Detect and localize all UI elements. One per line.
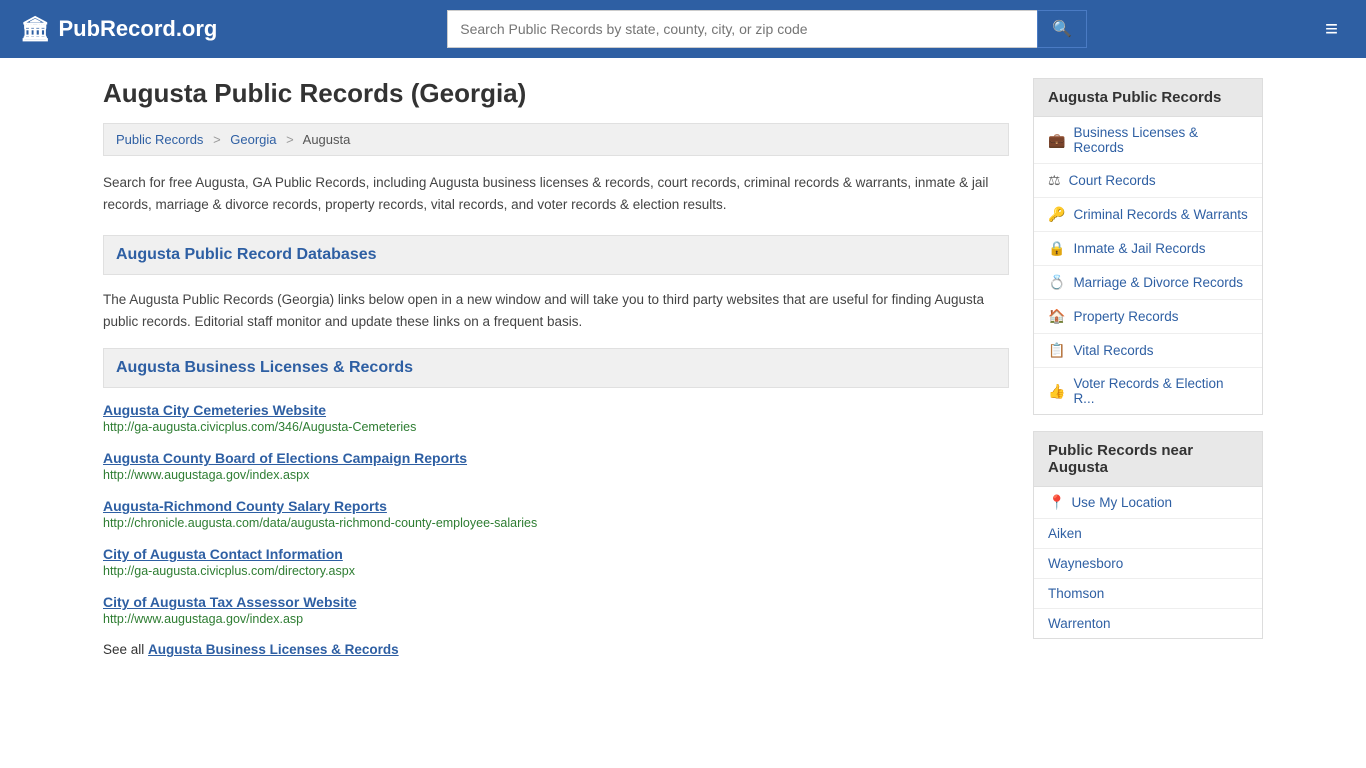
near-link-aiken[interactable]: Aiken <box>1048 526 1082 541</box>
record-link-title-3: City of Augusta Contact Information <box>103 546 1009 562</box>
use-my-location-label: Use My Location <box>1071 495 1172 510</box>
see-all-section: See all Augusta Business Licenses & Reco… <box>103 642 1009 657</box>
sidebar-item-label-court: Court Records <box>1069 173 1156 188</box>
sidebar-public-records-title: Augusta Public Records <box>1034 79 1262 117</box>
record-link-anchor-1[interactable]: Augusta County Board of Elections Campai… <box>103 450 467 466</box>
record-link-item-3: City of Augusta Contact Information http… <box>103 546 1009 578</box>
menu-icon: ≡ <box>1325 16 1338 41</box>
pin-icon: 📍 <box>1048 494 1065 511</box>
menu-button[interactable]: ≡ <box>1317 12 1346 46</box>
sidebar-link-voter[interactable]: 👍 Voter Records & Election R... <box>1034 368 1262 414</box>
biz-section-header: Augusta Business Licenses & Records <box>103 348 1009 388</box>
breadcrumb-georgia[interactable]: Georgia <box>230 132 276 147</box>
record-link-url-1: http://www.augustaga.gov/index.aspx <box>103 468 1009 482</box>
sidebar-link-marriage[interactable]: 💍 Marriage & Divorce Records <box>1034 266 1262 299</box>
record-link-item: Augusta City Cemeteries Website http://g… <box>103 402 1009 434</box>
sidebar-item-inmate: 🔒 Inmate & Jail Records <box>1034 232 1262 266</box>
breadcrumb-current: Augusta <box>303 132 351 147</box>
record-link-url-0: http://ga-augusta.civicplus.com/346/Augu… <box>103 420 1009 434</box>
search-button[interactable]: 🔍 <box>1037 10 1087 48</box>
header-right: ≡ <box>1317 12 1346 46</box>
sidebar: Augusta Public Records 💼 Business Licens… <box>1033 78 1263 657</box>
clipboard-icon: 📋 <box>1048 342 1065 359</box>
near-use-location-item: 📍 Use My Location <box>1034 487 1262 519</box>
near-waynesboro: Waynesboro <box>1034 549 1262 579</box>
db-section-header: Augusta Public Record Databases <box>103 235 1009 275</box>
sidebar-link-business[interactable]: 💼 Business Licenses & Records <box>1034 117 1262 163</box>
main-container: Augusta Public Records (Georgia) Public … <box>83 58 1283 677</box>
sidebar-item-criminal: 🔑 Criminal Records & Warrants <box>1034 198 1262 232</box>
sidebar-link-court[interactable]: ⚖ Court Records <box>1034 164 1262 197</box>
near-link-waynesboro[interactable]: Waynesboro <box>1048 556 1123 571</box>
sidebar-item-label-inmate: Inmate & Jail Records <box>1073 241 1205 256</box>
near-aiken: Aiken <box>1034 519 1262 549</box>
key-icon: 🔑 <box>1048 206 1065 223</box>
record-link-item-1: Augusta County Board of Elections Campai… <box>103 450 1009 482</box>
sidebar-item-court: ⚖ Court Records <box>1034 164 1262 198</box>
site-logo[interactable]: 🏛 PubRecord.org <box>20 15 217 44</box>
search-icon: 🔍 <box>1052 21 1072 38</box>
record-link-title-0: Augusta City Cemeteries Website <box>103 402 1009 418</box>
record-link-url-2: http://chronicle.augusta.com/data/august… <box>103 516 1009 530</box>
search-area: 🔍 <box>447 10 1087 48</box>
sidebar-item-business: 💼 Business Licenses & Records <box>1034 117 1262 164</box>
logo-icon: 🏛 <box>20 15 50 44</box>
record-link-title-4: City of Augusta Tax Assessor Website <box>103 594 1009 610</box>
logo-text: PubRecord.org <box>58 16 217 42</box>
sidebar-link-property[interactable]: 🏠 Property Records <box>1034 300 1262 333</box>
site-header: 🏛 PubRecord.org 🔍 ≡ <box>0 0 1366 58</box>
sidebar-link-vital[interactable]: 📋 Vital Records <box>1034 334 1262 367</box>
record-link-anchor-4[interactable]: City of Augusta Tax Assessor Website <box>103 594 357 610</box>
sidebar-item-label-property: Property Records <box>1073 309 1178 324</box>
rings-icon: 💍 <box>1048 274 1065 291</box>
sidebar-item-label-marriage: Marriage & Divorce Records <box>1073 275 1243 290</box>
sidebar-item-label-criminal: Criminal Records & Warrants <box>1073 207 1247 222</box>
near-locations-list: 📍 Use My Location Aiken Waynesboro Thoms… <box>1034 487 1262 638</box>
record-link-title-1: Augusta County Board of Elections Campai… <box>103 450 1009 466</box>
breadcrumb: Public Records > Georgia > Augusta <box>103 123 1009 156</box>
sidebar-item-vital: 📋 Vital Records <box>1034 334 1262 368</box>
record-link-item-2: Augusta-Richmond County Salary Reports h… <box>103 498 1009 530</box>
page-title: Augusta Public Records (Georgia) <box>103 78 1009 109</box>
sidebar-near-box: Public Records near Augusta 📍 Use My Loc… <box>1033 431 1263 639</box>
content-area: Augusta Public Records (Georgia) Public … <box>103 78 1009 657</box>
sidebar-public-records-box: Augusta Public Records 💼 Business Licens… <box>1033 78 1263 415</box>
sidebar-link-inmate[interactable]: 🔒 Inmate & Jail Records <box>1034 232 1262 265</box>
breadcrumb-public-records[interactable]: Public Records <box>116 132 203 147</box>
near-link-thomson[interactable]: Thomson <box>1048 586 1104 601</box>
briefcase-icon: 💼 <box>1048 132 1065 149</box>
sidebar-item-voter: 👍 Voter Records & Election R... <box>1034 368 1262 414</box>
record-links-list: Augusta City Cemeteries Website http://g… <box>103 402 1009 626</box>
db-intro-text: The Augusta Public Records (Georgia) lin… <box>103 289 1009 332</box>
page-description: Search for free Augusta, GA Public Recor… <box>103 172 1009 215</box>
sidebar-item-property: 🏠 Property Records <box>1034 300 1262 334</box>
sidebar-item-label-vital: Vital Records <box>1073 343 1153 358</box>
sidebar-public-records-list: 💼 Business Licenses & Records ⚖ Court Re… <box>1034 117 1262 414</box>
sidebar-link-criminal[interactable]: 🔑 Criminal Records & Warrants <box>1034 198 1262 231</box>
house-icon: 🏠 <box>1048 308 1065 325</box>
record-link-anchor-3[interactable]: City of Augusta Contact Information <box>103 546 343 562</box>
record-link-url-4: http://www.augustaga.gov/index.asp <box>103 612 1009 626</box>
near-thomson: Thomson <box>1034 579 1262 609</box>
record-link-url-3: http://ga-augusta.civicplus.com/director… <box>103 564 1009 578</box>
sidebar-item-label-voter: Voter Records & Election R... <box>1073 376 1248 406</box>
see-all-link[interactable]: Augusta Business Licenses & Records <box>148 642 399 657</box>
thumbsup-icon: 👍 <box>1048 383 1065 400</box>
search-input[interactable] <box>447 10 1037 48</box>
record-link-anchor-0[interactable]: Augusta City Cemeteries Website <box>103 402 326 418</box>
sidebar-item-marriage: 💍 Marriage & Divorce Records <box>1034 266 1262 300</box>
near-warrenton: Warrenton <box>1034 609 1262 638</box>
sidebar-near-title: Public Records near Augusta <box>1034 432 1262 487</box>
see-all-label: See all <box>103 642 144 657</box>
near-use-location-link[interactable]: 📍 Use My Location <box>1048 494 1248 511</box>
record-link-item-4: City of Augusta Tax Assessor Website htt… <box>103 594 1009 626</box>
near-link-warrenton[interactable]: Warrenton <box>1048 616 1111 631</box>
breadcrumb-sep-1: > <box>213 132 221 147</box>
record-link-title-2: Augusta-Richmond County Salary Reports <box>103 498 1009 514</box>
lock-icon: 🔒 <box>1048 240 1065 257</box>
breadcrumb-sep-2: > <box>286 132 294 147</box>
record-link-anchor-2[interactable]: Augusta-Richmond County Salary Reports <box>103 498 387 514</box>
sidebar-item-label-business: Business Licenses & Records <box>1073 125 1248 155</box>
scales-icon: ⚖ <box>1048 172 1061 189</box>
